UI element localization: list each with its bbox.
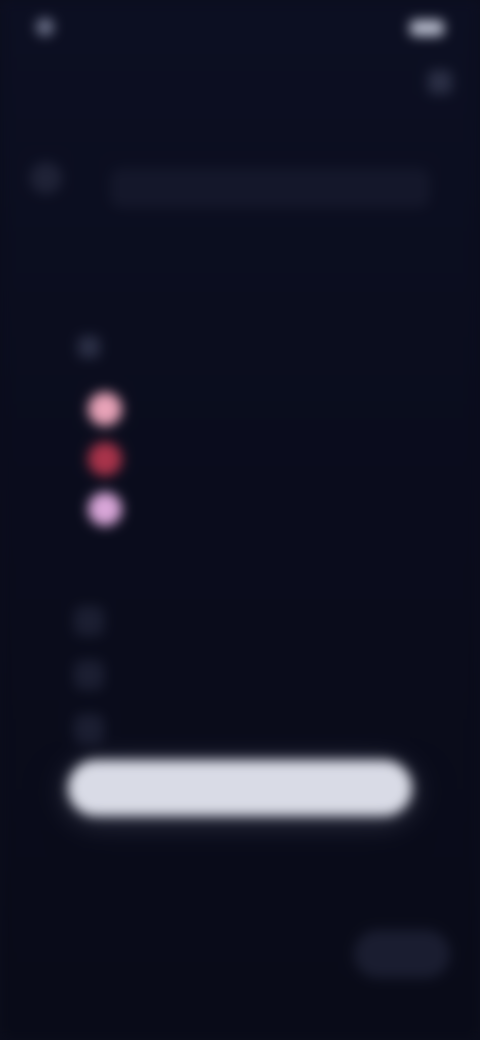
option-1[interactable] [88, 392, 136, 426]
row-3-icon [74, 714, 104, 744]
back-icon[interactable] [30, 162, 62, 194]
battery-icon [410, 20, 444, 36]
primary-button[interactable] [68, 760, 412, 816]
status-right [400, 20, 444, 36]
section-icon [78, 336, 100, 358]
status-indicator-icon [36, 18, 54, 36]
option-1-swatch [88, 392, 122, 426]
footer-button[interactable] [354, 930, 450, 978]
row-1-icon [74, 606, 104, 636]
search-input[interactable] [110, 168, 430, 208]
option-3-swatch [88, 492, 122, 526]
menu-icon[interactable] [428, 70, 452, 94]
row-item-3[interactable] [74, 714, 120, 744]
section-label [78, 336, 112, 358]
row-item-1[interactable] [74, 606, 120, 636]
row-item-2[interactable] [74, 660, 120, 690]
status-left [36, 18, 62, 36]
row-2-icon [74, 660, 104, 690]
status-bar [0, 0, 480, 60]
option-3[interactable] [88, 492, 136, 526]
app-screen [0, 0, 480, 1040]
option-2[interactable] [88, 442, 136, 476]
option-2-swatch [88, 442, 122, 476]
